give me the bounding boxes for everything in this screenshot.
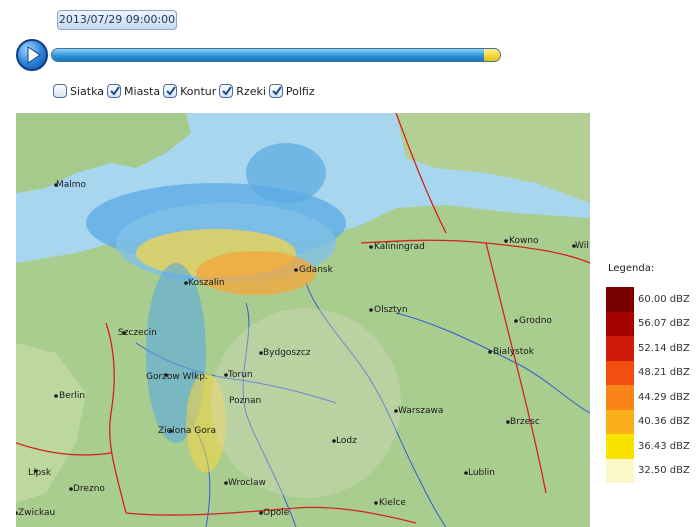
legend-swatch: [606, 409, 634, 434]
legend-swatch: [606, 336, 634, 361]
radar-map-canvas: Malmo Kaliningrad Kowno Wil Koszalin Gda…: [16, 113, 590, 527]
city-label: Wil: [575, 241, 589, 251]
legend-row: 48.21 dBZ: [606, 360, 690, 385]
legend-row: 40.36 dBZ: [606, 409, 690, 434]
city-label: Kowno: [509, 236, 539, 246]
city-label: Brzesc: [510, 417, 540, 427]
legend-label: 44.29 dBZ: [638, 391, 690, 403]
legend-swatch: [606, 287, 634, 312]
layer-toggle-miasta[interactable]: Miasta: [107, 84, 160, 98]
legend-label: 48.21 dBZ: [638, 367, 690, 379]
city-label: Koszalin: [188, 278, 225, 288]
checkmark-icon: [166, 86, 176, 96]
city-label: Bialystok: [493, 347, 535, 357]
legend-swatch: [606, 360, 634, 385]
city-label: Kaliningrad: [374, 242, 425, 252]
checkbox-polfiz[interactable]: [268, 84, 283, 98]
legend-row: 32.50 dBZ: [606, 458, 690, 483]
play-icon: [27, 46, 41, 64]
city-label: Malmo: [56, 180, 87, 190]
legend-row: 44.29 dBZ: [606, 385, 690, 410]
legend-swatch: [606, 385, 634, 410]
legend-row: 60.00 dBZ: [606, 287, 690, 312]
layer-label-rzeki: Rzeki: [236, 84, 266, 98]
city-label: Kielce: [379, 498, 406, 508]
legend: 60.00 dBZ 56.07 dBZ 52.14 dBZ 48.21 dBZ …: [606, 287, 690, 483]
city-label: Berlin: [59, 391, 85, 401]
city-label: Lodz: [336, 436, 357, 446]
checkbox-miasta[interactable]: [107, 84, 122, 98]
legend-title: Legenda:: [608, 263, 655, 274]
city-label: Drezno: [73, 484, 105, 494]
city-label: Opole: [263, 508, 290, 518]
checkbox-siatka[interactable]: [53, 84, 67, 98]
legend-swatch: [606, 434, 634, 459]
layer-label-kontur: Kontur: [180, 84, 217, 98]
checkmark-icon: [272, 86, 282, 96]
layer-toggle-siatka[interactable]: Siatka: [53, 84, 104, 98]
legend-label: 32.50 dBZ: [638, 465, 690, 477]
city-label: Lipsk: [28, 468, 52, 478]
legend-row: 52.14 dBZ: [606, 336, 690, 361]
layer-toggle-kontur[interactable]: Kontur: [163, 84, 216, 98]
layer-toggles: Siatka Miasta Kontur Rzeki Polfiz: [53, 84, 318, 98]
play-button[interactable]: [16, 39, 48, 71]
layer-label-miasta: Miasta: [124, 84, 161, 98]
legend-label: 40.36 dBZ: [638, 416, 690, 428]
city-label: Warszawa: [398, 406, 443, 416]
checkbox-kontur[interactable]: [163, 84, 178, 98]
timeline-current-marker[interactable]: [484, 49, 500, 61]
timeline-progress-fill: [52, 49, 485, 61]
checkmark-icon: [110, 86, 120, 96]
city-label: Zielona Gora: [158, 426, 216, 436]
city-label: Gdansk: [299, 265, 334, 275]
city-label: Olsztyn: [374, 305, 408, 315]
legend-swatch: [606, 311, 634, 336]
city-label: Grodno: [519, 316, 552, 326]
city-label: Wroclaw: [228, 478, 266, 488]
legend-label: 52.14 dBZ: [638, 342, 690, 354]
timestamp-display: 2013/07/29 09:00:00: [57, 10, 177, 30]
timeline-progress-bar[interactable]: [51, 48, 501, 62]
legend-label: 36.43 dBZ: [638, 440, 690, 452]
checkmark-icon: [222, 86, 233, 96]
city-label: Torun: [227, 370, 253, 380]
legend-label: 56.07 dBZ: [638, 318, 690, 330]
layer-toggle-rzeki[interactable]: Rzeki: [219, 84, 266, 98]
legend-label: 60.00 dBZ: [638, 293, 690, 305]
city-label: Szczecin: [118, 328, 157, 338]
city-label: Gorzow Wlkp.: [146, 372, 208, 382]
legend-row: 36.43 dBZ: [606, 434, 690, 459]
city-label: Lublin: [468, 468, 495, 478]
checkbox-rzeki[interactable]: [219, 84, 234, 98]
legend-swatch: [606, 458, 634, 483]
city-label: Poznan: [229, 396, 261, 406]
layer-toggle-polfiz[interactable]: Polfiz: [268, 84, 315, 98]
city-label: Zwickau: [18, 508, 55, 518]
legend-row: 56.07 dBZ: [606, 311, 690, 336]
radar-map[interactable]: Malmo Kaliningrad Kowno Wil Koszalin Gda…: [16, 113, 590, 527]
city-label: Bydgoszcz: [263, 348, 311, 358]
layer-label-siatka: Siatka: [70, 84, 105, 98]
layer-label-polfiz: Polfiz: [285, 84, 315, 98]
